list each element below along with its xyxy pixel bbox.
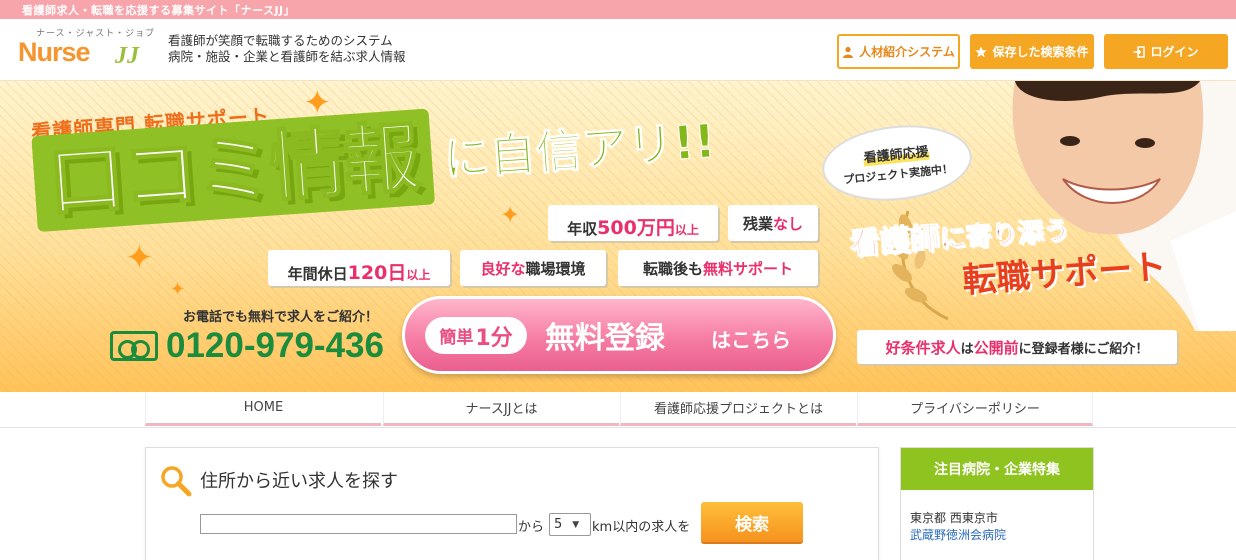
cta-easy-num: 1分	[475, 325, 513, 351]
tag-holiday-num: 120日	[347, 262, 407, 284]
address-input[interactable]	[200, 514, 517, 534]
note-highlight-2: 公開前	[973, 338, 1019, 357]
tag-overtime-hl: なし	[773, 215, 804, 233]
distance-select-value: 5	[554, 517, 563, 532]
phone-label: お電話でも無料で求人をご紹介！	[183, 310, 379, 325]
phone-number-block[interactable]: 0120-979-436	[110, 326, 384, 366]
hero-banner[interactable]: ✦ ✦ ✦ ✦ ✦ 看護師専門 転職サポート 口コミ情報 に自信アリ!! 年収 …	[0, 81, 1236, 392]
site-logo[interactable]: ナース・ジャスト・ジョブ Nurse JJ	[18, 25, 154, 77]
nav-item-home[interactable]: HOME	[145, 392, 381, 426]
saved-search-button[interactable]: 保存した検索条件	[970, 34, 1094, 69]
tag-holiday-post: 以上	[406, 268, 431, 282]
sparkle-icon: ✦	[170, 279, 186, 300]
tagline-line-1: 看護師が笑顔で転職するためのシステム	[168, 33, 393, 48]
agency-system-label: 人材紹介システム	[859, 45, 955, 59]
sparkle-icon: ✦	[125, 238, 154, 278]
site-tagline: 看護師が笑顔で転職するためのシステム 病院・施設・企業と看護師を結ぶ求人情報	[168, 33, 406, 65]
logo-jj-text: JJ	[115, 43, 139, 69]
site-header: ナース・ジャスト・ジョブ Nurse JJ 看護師が笑顔で転職するためのシステム…	[0, 19, 1236, 81]
label-from: から	[518, 520, 545, 535]
hero-headline-rest: に自信アリ!!	[442, 113, 718, 187]
tagline-line-2: 病院・施設・企業と看護師を結ぶ求人情報	[168, 49, 406, 64]
support-slogan-1a: 看護師	[848, 220, 941, 262]
tag-environment-post: 職場環境	[525, 260, 586, 278]
bubble-line-1: 看護師応援	[862, 140, 930, 167]
magnifier-icon	[161, 466, 192, 497]
tag-after-support: 転職後も 無料サポート	[618, 250, 818, 286]
featured-hospital-link[interactable]: 武蔵野徳洲会病院	[910, 526, 1006, 543]
sparkle-icon: ✦	[500, 201, 521, 229]
tag-income: 年収 500万円 以上	[548, 205, 718, 241]
top-announcement-text: 看護師求人・転職を応援する募集サイト「ナースJJ」	[22, 4, 296, 17]
tag-holiday: 年間休日 120日 以上	[268, 250, 450, 286]
cta-main-label: 無料登録	[545, 321, 665, 356]
tag-income-post: 以上	[674, 223, 699, 237]
saved-search-label: 保存した検索条件	[992, 45, 1089, 59]
address-search-panel: 住所から近い求人を探す から 5 ▼ km以内の求人を 検索	[145, 447, 879, 560]
note-mid: は	[960, 341, 974, 357]
login-icon	[1133, 45, 1146, 58]
tag-environment-hl: 良好な	[480, 260, 526, 278]
tag-after-hl: 無料サポート	[703, 260, 794, 278]
distance-select[interactable]: 5 ▼	[549, 513, 591, 536]
search-button[interactable]: 検索	[701, 502, 803, 542]
tag-overtime: 残業 なし	[728, 205, 818, 241]
bubble-line-2: プロジェクト実施中！	[842, 162, 954, 187]
nav-item-project[interactable]: 看護師応援プロジェクトとは	[620, 392, 856, 426]
label-km: km以内の求人を	[592, 520, 691, 535]
login-label: ログイン	[1150, 45, 1199, 59]
tag-holiday-pre: 年間休日	[287, 265, 348, 283]
page-root: 看護師求人・転職を応援する募集サイト「ナースJJ」 ナース・ジャスト・ジョブ N…	[0, 0, 1236, 560]
user-icon	[843, 46, 854, 58]
featured-hospitals-panel: 注目病院・企業特集 東京都 西東京市 武蔵野徳洲会病院	[900, 447, 1094, 560]
tag-income-num: 500万円	[597, 217, 675, 239]
featured-location: 東京都 西東京市	[910, 511, 998, 525]
note-post: に登録者様にご紹介！	[1018, 341, 1149, 357]
main-nav: HOME ナースJJとは 看護師応援プロジェクトとは プライバシーポリシー	[0, 392, 1236, 428]
tag-overtime-pre: 残業	[742, 215, 773, 233]
free-dial-icon	[110, 331, 158, 361]
agency-system-button[interactable]: 人材紹介システム	[837, 34, 960, 69]
tag-after-pre: 転職後も	[642, 260, 703, 278]
chevron-down-icon: ▼	[572, 519, 580, 530]
address-search-title: 住所から近い求人を探す	[200, 471, 398, 492]
cta-after-label: はこちら	[711, 328, 791, 352]
nav-item-about[interactable]: ナースJJとは	[383, 392, 619, 426]
nav-item-privacy[interactable]: プライバシーポリシー	[857, 392, 1093, 426]
cta-easy-pre: 簡単	[439, 328, 474, 348]
logo-nurse-text: Nurse	[18, 37, 91, 67]
cta-easy-badge: 簡単 1分	[425, 317, 527, 354]
featured-hospitals-heading: 注目病院・企業特集	[901, 448, 1093, 490]
login-button[interactable]: ログイン	[1104, 34, 1228, 69]
tag-income-pre: 年収	[567, 220, 598, 238]
exclusive-jobs-note: 好条件求人 は 公開前 に登録者様にご紹介！	[857, 330, 1177, 364]
note-highlight-1: 好条件求人	[885, 338, 961, 357]
star-icon	[975, 46, 988, 57]
phone-number[interactable]: 0120-979-436	[166, 326, 384, 366]
tag-environment: 良好な 職場環境	[460, 250, 606, 286]
free-registration-button[interactable]: 簡単 1分 無料登録 はこちら	[402, 296, 836, 374]
top-announcement-bar: 看護師求人・転職を応援する募集サイト「ナースJJ」	[0, 0, 1236, 19]
